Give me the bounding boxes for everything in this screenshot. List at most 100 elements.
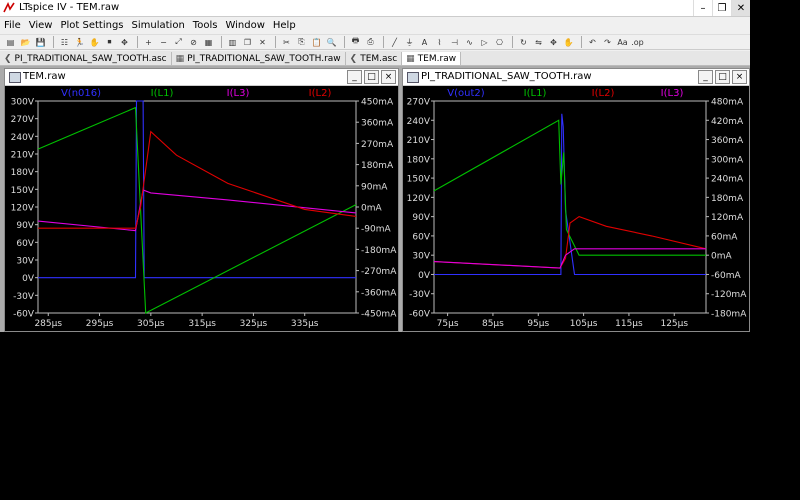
diode-icon[interactable]: ▷ [478, 36, 491, 49]
close-button[interactable]: × [381, 70, 396, 84]
plot-window-tem[interactable]: TEM.raw _ □ × V(n016) I(L1) I(L3) I(L2) 300V… [4, 68, 399, 332]
x-tick-label: 285µs [34, 319, 62, 329]
zoom-fit-icon[interactable]: ⤢ [172, 36, 185, 49]
tab-tem-raw[interactable]: ▦ TEM.raw [402, 52, 462, 65]
trace-vout2[interactable] [434, 113, 706, 276]
close-all-icon[interactable]: ✕ [256, 36, 269, 49]
move-icon[interactable]: ✥ [547, 36, 560, 49]
menu-tools[interactable]: Tools [189, 20, 222, 31]
waveform-icon [9, 72, 21, 83]
trace-label[interactable]: I(L3) [661, 88, 684, 99]
paste-icon[interactable]: 📋 [310, 36, 323, 49]
minimize-button[interactable]: – [693, 0, 712, 16]
print-preview-icon[interactable]: ⎙ [364, 36, 377, 49]
menu-simulation[interactable]: Simulation [128, 20, 189, 31]
trace-label[interactable]: V(out2) [447, 88, 484, 99]
y-right-tick-label: 360mA [711, 136, 744, 146]
y-left-tick-label: 300V [11, 98, 35, 108]
menu-file[interactable]: File [0, 20, 25, 31]
y-left-tick-label: 0V [22, 274, 35, 284]
trace-il3[interactable] [433, 248, 706, 269]
y-right-tick-label: -60mA [711, 271, 741, 281]
y-left-tick-label: 120V [11, 204, 35, 214]
maximize-button[interactable]: □ [364, 70, 379, 84]
autorange-icon[interactable]: ▦ [202, 36, 215, 49]
trace-label[interactable]: I(L1) [151, 88, 174, 99]
tile-icon[interactable]: ▥ [226, 36, 239, 49]
trace-label[interactable]: I(L3) [227, 88, 250, 99]
menu-view[interactable]: View [25, 20, 57, 31]
component-icon[interactable]: ⎔ [493, 36, 506, 49]
halt-icon[interactable]: ⏹ [103, 36, 116, 49]
tab-label: PI_TRADITIONAL_SAW_TOOTH.asc [14, 53, 167, 64]
label-icon[interactable]: A [418, 36, 431, 49]
x-tick-label: 305µs [137, 319, 165, 329]
zoom-in-icon[interactable]: + [142, 36, 155, 49]
plot-window-pi-saw[interactable]: PI_TRADITIONAL_SAW_TOOTH.raw _ □ × V(out… [402, 68, 750, 332]
tab-pi-saw-raw[interactable]: ▦ PI_TRADITIONAL_SAW_TOOTH.raw [171, 52, 346, 65]
run-icon[interactable]: 🏃 [73, 36, 86, 49]
close-button[interactable]: ✕ [731, 0, 750, 16]
waveform-plot[interactable]: V(out2) I(L1) I(L2) I(L3) 270V 240V 210V 180V 15… [403, 86, 749, 331]
tab-pi-saw-asc[interactable]: ❮ PI_TRADITIONAL_SAW_TOOTH.asc [0, 52, 172, 65]
tab-tem-asc[interactable]: ❮ TEM.asc [345, 52, 403, 65]
maximize-button[interactable]: □ [715, 70, 730, 84]
cascade-icon[interactable]: ❐ [241, 36, 254, 49]
menu-window[interactable]: Window [221, 20, 268, 31]
y-left-tick-label: 0V [418, 271, 431, 281]
pause-icon[interactable]: ✋ [88, 36, 101, 49]
menu-help[interactable]: Help [269, 20, 300, 31]
pan-icon[interactable]: ✥ [118, 36, 131, 49]
y-left-tick-label: -60V [13, 310, 35, 320]
capacitor-icon[interactable]: ⊣ [448, 36, 461, 49]
trace-label[interactable]: I(L1) [524, 88, 547, 99]
x-tick-label: 125µs [660, 319, 688, 329]
spice-directive-icon[interactable]: .op [631, 36, 644, 49]
open-folder-icon[interactable]: 📂 [19, 36, 32, 49]
waveform-icon: ▦ [406, 53, 415, 64]
y-right-tick-label: 240mA [711, 175, 744, 185]
minimize-button[interactable]: _ [698, 70, 713, 84]
resistor-icon[interactable]: ⌇ [433, 36, 446, 49]
zoom-cancel-icon[interactable]: ⊘ [187, 36, 200, 49]
text-icon[interactable]: Aa [616, 36, 629, 49]
undo-icon[interactable]: ↶ [586, 36, 599, 49]
trace-label[interactable]: V(n016) [61, 88, 101, 99]
plot-pane[interactable]: V(n016) I(L1) I(L3) I(L2) 300V 270V 240V 210V 18… [5, 86, 398, 331]
x-tick-label: 325µs [240, 319, 268, 329]
inductor-icon[interactable]: ∿ [463, 36, 476, 49]
ltspice-app-window: LTspice IV - TEM.raw – ❐ ✕ File View Plo… [0, 0, 750, 332]
trace-label[interactable]: I(L2) [592, 88, 615, 99]
waveform-plot[interactable]: V(n016) I(L1) I(L3) I(L2) 300V 270V 240V 210V 18… [5, 86, 398, 331]
zoom-out-icon[interactable]: − [157, 36, 170, 49]
cut-icon[interactable]: ✂ [280, 36, 293, 49]
y-left-tick-label: 270V [11, 115, 35, 125]
x-tick-label: 115µs [615, 319, 643, 329]
waveform-icon: ▦ [175, 53, 185, 64]
ltspice-logo-icon [3, 2, 15, 13]
save-icon[interactable]: 💾 [34, 36, 47, 49]
restore-button[interactable]: ❐ [712, 0, 731, 16]
chevron-left-icon: ❮ [349, 53, 358, 64]
menu-plot-settings[interactable]: Plot Settings [56, 20, 127, 31]
open-icon[interactable]: ▤ [4, 36, 17, 49]
minimize-button[interactable]: _ [347, 70, 362, 84]
mirror-icon[interactable]: ⇋ [532, 36, 545, 49]
redo-icon[interactable]: ↷ [601, 36, 614, 49]
trace-il2[interactable] [38, 130, 357, 229]
trace-label[interactable]: I(L2) [309, 88, 332, 99]
print-icon[interactable]: 🖶 [349, 36, 362, 49]
ground-icon[interactable]: ⏚ [403, 36, 416, 49]
rotate-icon[interactable]: ↻ [517, 36, 530, 49]
trace-vn016[interactable] [38, 100, 356, 279]
find-icon[interactable]: 🔍 [325, 36, 338, 49]
y-left-tick-label: 90V [16, 221, 34, 231]
drag-icon[interactable]: ✋ [562, 36, 575, 49]
trace-il1[interactable] [433, 119, 706, 256]
copy-icon[interactable]: ⎘ [295, 36, 308, 49]
plot-pane[interactable]: V(out2) I(L1) I(L2) I(L3) 270V 240V 210V 180V 15… [403, 86, 749, 331]
draw-line-icon[interactable]: ╱ [388, 36, 401, 49]
close-button[interactable]: × [732, 70, 747, 84]
control-panel-icon[interactable]: ☷ [58, 36, 71, 49]
y-right-tick-label: -180mA [361, 246, 397, 256]
